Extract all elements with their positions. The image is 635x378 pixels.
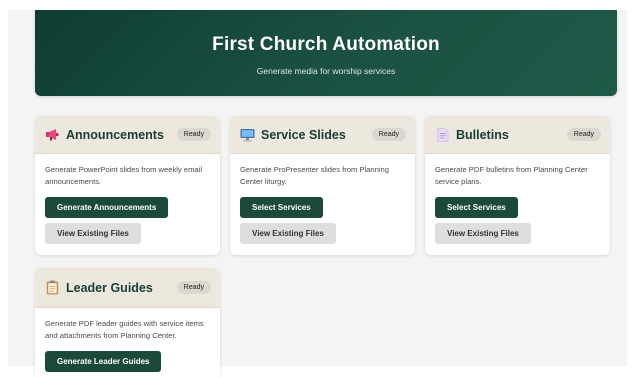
view-existing-files-button[interactable]: View Existing Files <box>435 223 531 244</box>
card-description: Generate PDF leader guides with service … <box>45 319 204 340</box>
page-subtitle: Generate media for worship services <box>256 66 396 76</box>
card-description: Generate PDF bulletins from Planning Cen… <box>435 165 588 186</box>
card-header: Bulletins Ready <box>425 116 610 154</box>
generate-announcements-button[interactable]: Generate Announcements <box>45 197 169 218</box>
status-badge: Ready <box>566 128 601 141</box>
select-services-button[interactable]: Select Services <box>240 197 323 218</box>
monitor-icon <box>240 127 255 142</box>
view-existing-files-button[interactable]: View Existing Files <box>45 223 141 244</box>
page-title: First Church Automation <box>212 34 440 55</box>
select-services-button[interactable]: Select Services <box>435 197 518 218</box>
announcements-card: Announcements Ready Generate PowerPoint … <box>35 116 220 255</box>
hero-banner: First Church Automation Generate media f… <box>35 10 617 96</box>
view-existing-files-button[interactable]: View Existing Files <box>240 223 336 244</box>
card-title: Bulletins <box>456 127 509 142</box>
page-background: First Church Automation Generate media f… <box>8 10 627 378</box>
card-header: Announcements Ready <box>35 116 220 154</box>
card-title: Service Slides <box>261 127 346 142</box>
megaphone-icon <box>45 127 60 142</box>
status-badge: Ready <box>371 128 406 141</box>
service-slides-card: Service Slides Ready Generate ProPresent… <box>230 116 415 255</box>
bulletins-card: Bulletins Ready Generate PDF bulletins f… <box>425 116 610 255</box>
status-badge: Ready <box>176 281 211 294</box>
generate-leader-guides-button[interactable]: Generate Leader Guides <box>45 351 162 372</box>
card-header: Service Slides Ready <box>230 116 415 154</box>
card-title: Announcements <box>66 127 164 142</box>
status-badge: Ready <box>176 128 211 141</box>
card-title: Leader Guides <box>66 280 153 295</box>
card-description: Generate PowerPoint slides from weekly e… <box>45 165 203 186</box>
card-description: Generate ProPresenter slides from Planni… <box>240 165 389 186</box>
document-icon <box>435 127 450 142</box>
card-header: Leader Guides Ready <box>35 268 220 308</box>
clipboard-icon <box>45 280 60 295</box>
leader-guides-card: Leader Guides Ready Generate PDF leader … <box>35 268 220 378</box>
